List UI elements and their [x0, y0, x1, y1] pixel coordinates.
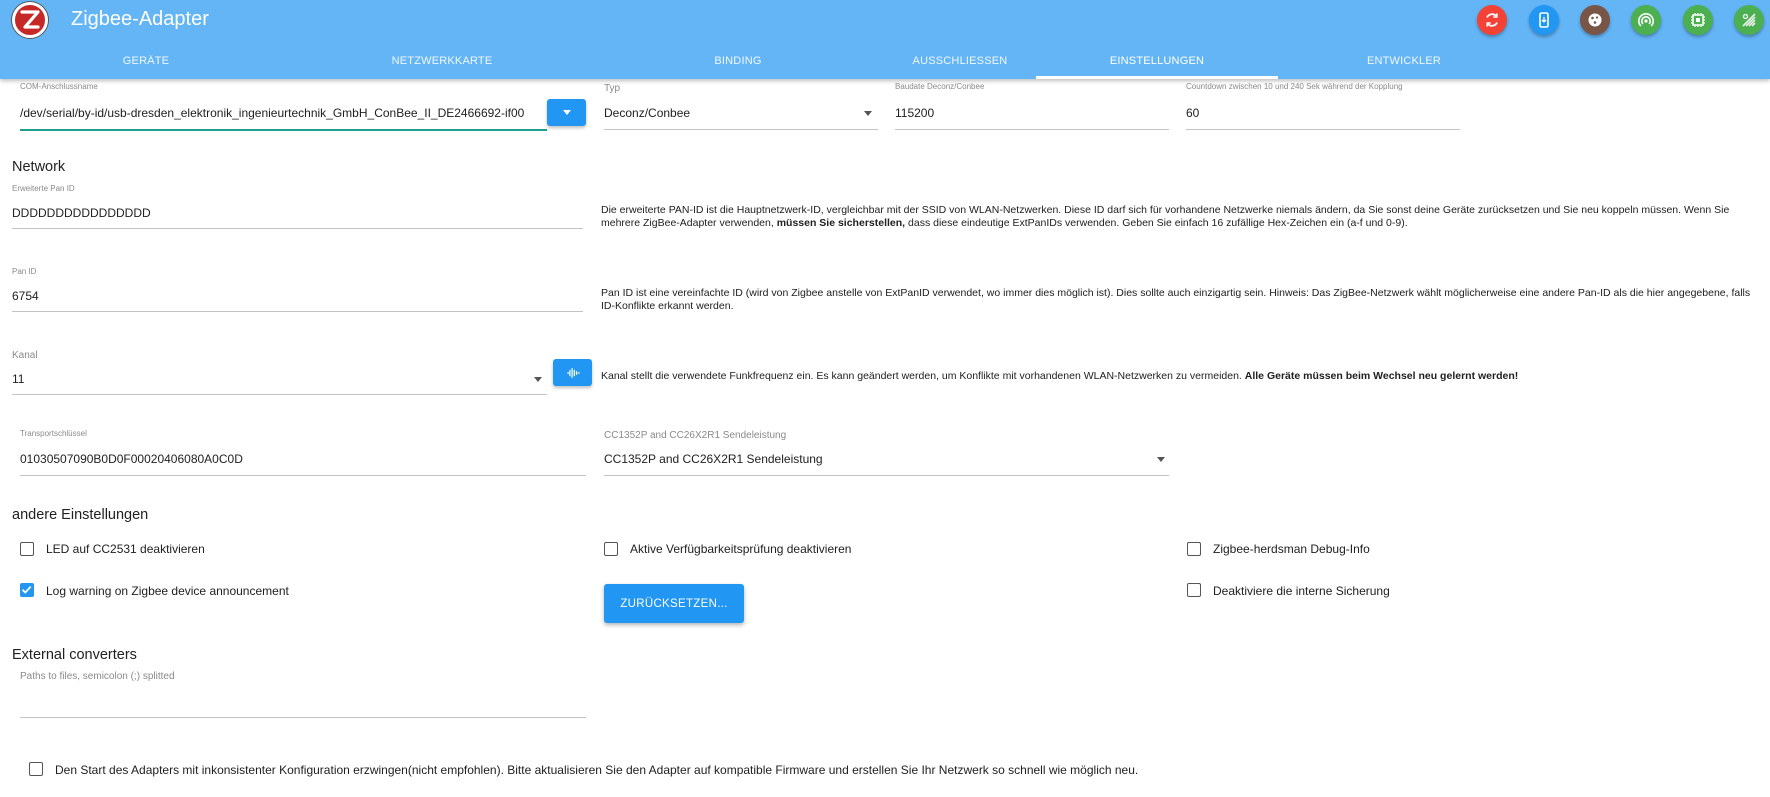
ext-pan-desc-text-2: dass diese eindeutige ExtPanIDs verwende… — [905, 217, 1408, 229]
network-section-title: Network — [12, 159, 66, 175]
led-cc2531-label: LED auf CC2531 deaktivieren — [46, 542, 205, 556]
internal-backup-checkbox[interactable] — [1187, 583, 1201, 597]
zigbee-logo-icon — [20, 10, 40, 29]
refresh-button[interactable] — [1477, 5, 1507, 35]
tab-einstellungen[interactable]: EINSTELLUNGEN — [1036, 46, 1278, 79]
typ-label: Typ — [604, 83, 621, 94]
countdown-input[interactable]: 60 — [1186, 106, 1199, 120]
cookie-icon — [1588, 13, 1602, 27]
phone-button[interactable] — [1529, 5, 1559, 35]
transmit-power-chevron-down-icon — [1157, 457, 1165, 462]
other-settings-title: andere Einstellungen — [12, 507, 149, 523]
kanal-select[interactable]: 11 — [12, 372, 24, 386]
kanal-chevron-down-icon — [534, 377, 542, 382]
log-warning-checkbox[interactable] — [20, 583, 34, 597]
availability-check-checkbox[interactable] — [604, 542, 618, 556]
baudrate-label: Baudate Deconz/Conbee — [895, 82, 985, 91]
com-port-input[interactable]: /dev/serial/by-id/usb-dresden_elektronik… — [20, 106, 547, 120]
typ-chevron-down-icon — [864, 111, 872, 116]
app-header: Zigbee-Adapter GERÄTE NETZWERKKARTE BIND… — [0, 0, 1770, 79]
com-port-dropdown-button[interactable] — [547, 99, 586, 126]
external-converters-underline — [20, 717, 586, 718]
transport-key-label: Transportschlüssel — [20, 429, 87, 438]
kanal-field[interactable]: Kanal 11 — [12, 350, 547, 396]
kanal-description: Kanal stellt die verwendete Funkfrequenz… — [601, 370, 1761, 383]
channel-scan-button[interactable] — [553, 359, 592, 386]
pan-id-input[interactable]: 6754 — [12, 289, 39, 303]
baudrate-field[interactable]: Baudate Deconz/Conbee 115200 — [895, 82, 1169, 132]
ext-pan-desc-bold: müssen Sie sicherstellen, — [776, 217, 906, 229]
external-converters-label: Paths to files, semicolon (;) splitted — [20, 671, 175, 682]
availability-check-label: Aktive Verfügbarkeitsprüfung deaktiviere… — [630, 542, 852, 556]
com-port-underline — [20, 129, 547, 131]
phone-icon — [1539, 12, 1549, 28]
pan-id-field[interactable]: Pan ID 6754 — [12, 267, 583, 313]
external-converters-title: External converters — [12, 647, 137, 663]
signal-icon — [1638, 13, 1654, 27]
kanal-underline — [12, 394, 547, 395]
internal-backup-label: Deaktiviere die interne Sicherung — [1213, 584, 1390, 598]
force-start-checkbox[interactable] — [29, 762, 43, 776]
kanal-desc-bold: Alle Geräte müssen beim Wechsel neu gele… — [1244, 370, 1519, 382]
transport-key-underline — [20, 475, 586, 476]
transmit-power-label: CC1352P and CC26X2R1 Sendeleistung — [604, 430, 787, 441]
typ-select[interactable]: Deconz/Conbee — [604, 106, 690, 120]
ext-pan-id-underline — [12, 228, 583, 229]
ext-pan-id-label: Erweiterte Pan ID — [12, 184, 75, 193]
reset-button[interactable]: ZURÜCKSETZEN... — [604, 584, 744, 623]
zigbee-logo — [12, 2, 48, 38]
chevron-down-icon — [562, 110, 571, 115]
tab-binding[interactable]: BINDING — [612, 46, 864, 79]
com-port-label: COM-Anschlussname — [20, 82, 98, 91]
wifi-settings-icon — [1742, 13, 1756, 27]
typ-field[interactable]: Typ Deconz/Conbee — [604, 82, 878, 132]
tab-netzwerkkarte[interactable]: NETZWERKKARTE — [316, 46, 568, 79]
kanal-label: Kanal — [12, 350, 38, 361]
transport-key-field[interactable]: Transportschlüssel 01030507090B0D0F00020… — [20, 429, 586, 477]
app-title: Zigbee-Adapter — [71, 8, 209, 30]
herdsman-debug-label: Zigbee-herdsman Debug-Info — [1213, 542, 1370, 556]
active-tab-indicator — [1036, 76, 1278, 79]
transport-key-input[interactable]: 01030507090B0D0F00020406080A0C0D — [20, 452, 243, 466]
countdown-field[interactable]: Countdown zwischen 10 und 240 Sek währen… — [1186, 82, 1460, 132]
pan-id-underline — [12, 311, 583, 312]
transmit-power-underline — [604, 475, 1169, 476]
chip-icon — [1691, 13, 1705, 27]
countdown-underline — [1186, 129, 1460, 130]
refresh-icon — [1486, 13, 1498, 27]
transmit-power-field[interactable]: CC1352P and CC26X2R1 Sendeleistung CC135… — [604, 429, 1169, 477]
checkmark-icon — [21, 585, 32, 594]
pan-id-label: Pan ID — [12, 267, 37, 276]
herdsman-debug-checkbox[interactable] — [1187, 542, 1201, 556]
cookie-button[interactable] — [1580, 5, 1610, 35]
transmit-power-select[interactable]: CC1352P and CC26X2R1 Sendeleistung — [604, 452, 823, 466]
log-warning-label: Log warning on Zigbee device announcemen… — [46, 584, 289, 598]
tab-entwickler[interactable]: ENTWICKLER — [1278, 46, 1530, 79]
ext-pan-id-field[interactable]: Erweiterte Pan ID DDDDDDDDDDDDDDDD — [12, 184, 583, 230]
waveform-icon — [566, 367, 580, 378]
ext-pan-id-description: Die erweiterte PAN-ID ist die Hauptnetzw… — [601, 204, 1761, 230]
typ-underline — [604, 129, 878, 130]
main-tabs: GERÄTE NETZWERKKARTE BINDING AUSSCHLIESS… — [0, 46, 1770, 79]
chip-button[interactable] — [1683, 5, 1713, 35]
com-port-field[interactable]: COM-Anschlussname /dev/serial/by-id/usb-… — [20, 82, 547, 132]
wifi-settings-button[interactable] — [1734, 5, 1764, 35]
external-converters-field[interactable]: Paths to files, semicolon (;) splitted — [20, 671, 586, 719]
ext-pan-id-input[interactable]: DDDDDDDDDDDDDDDD — [12, 206, 151, 220]
countdown-label: Countdown zwischen 10 und 240 Sek währen… — [1186, 82, 1403, 91]
baudrate-input[interactable]: 115200 — [895, 106, 934, 120]
pan-id-description: Pan ID ist eine vereinfachte ID (wird vo… — [601, 287, 1751, 312]
led-cc2531-checkbox[interactable] — [20, 542, 34, 556]
tab-geraete[interactable]: GERÄTE — [20, 46, 272, 79]
kanal-desc-text: Kanal stellt die verwendete Funkfrequenz… — [601, 370, 1245, 382]
baudrate-underline — [895, 129, 1169, 130]
force-start-label: Den Start des Adapters mit inkonsistente… — [55, 763, 1139, 777]
signal-button[interactable] — [1631, 5, 1661, 35]
